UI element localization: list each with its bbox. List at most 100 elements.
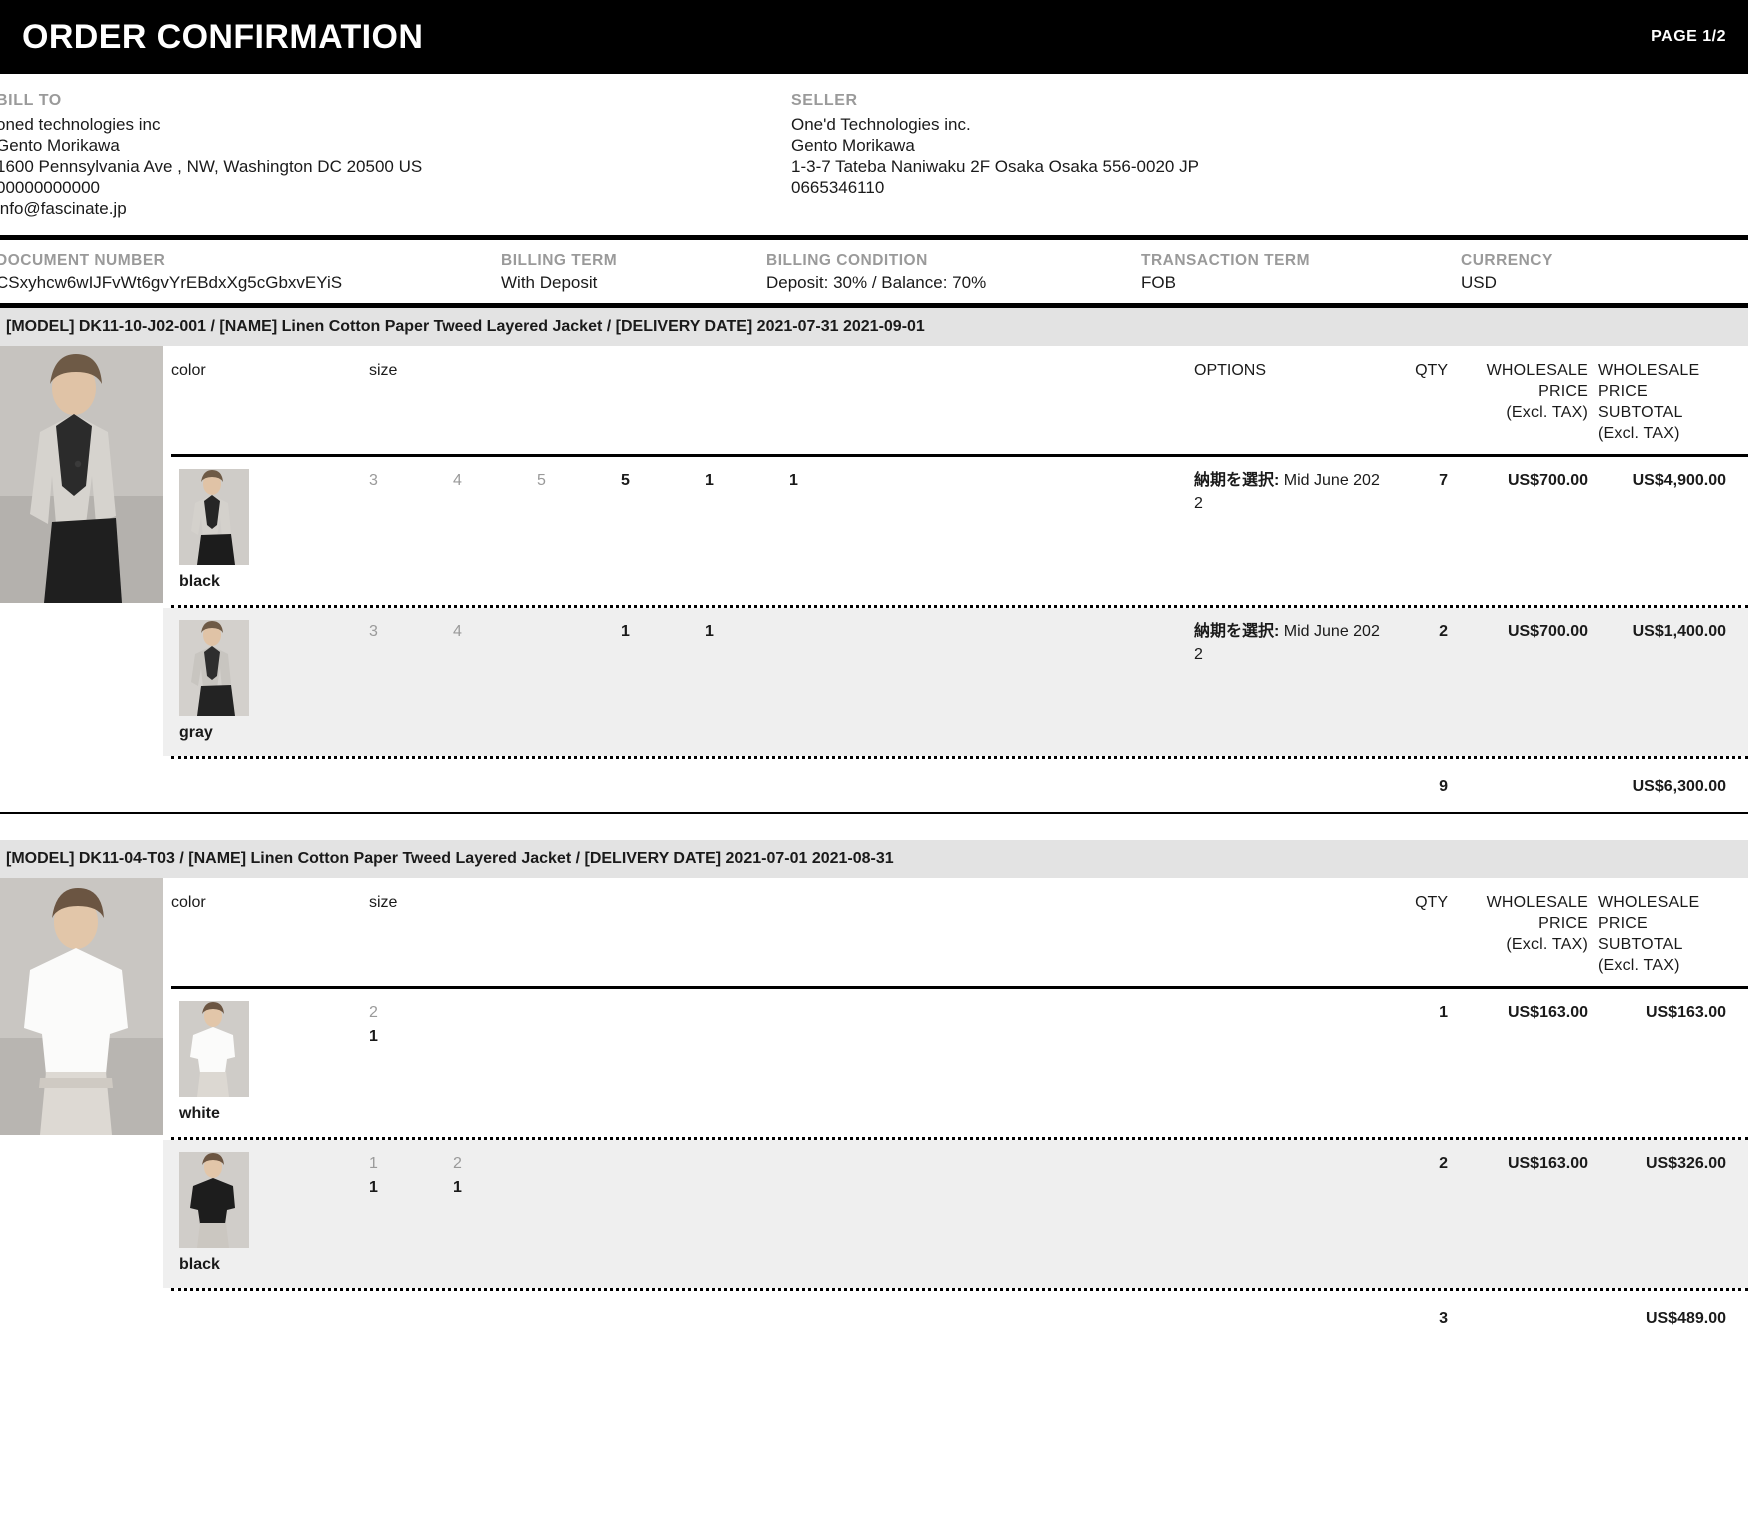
row-price-cell: US$700.00	[1507, 472, 1588, 489]
row-options-cell: 納期を選択: Mid June 2022	[1194, 469, 1386, 515]
subtotal-header-line: WHOLESALE	[1598, 362, 1700, 379]
row-subtotal-cell: US$1,400.00	[1632, 623, 1726, 640]
row-qty-cell: 7	[1439, 472, 1448, 489]
size-entry: 4	[453, 469, 537, 493]
meta-value: CSxyhcw6wIJFvWt6gvYrEBdxXg5cGbxvEYiS	[0, 273, 343, 292]
size-entry: 2	[369, 1001, 453, 1025]
product-section: color size QTY WHOLESALE PRICE (Excl. TA…	[0, 878, 1748, 1344]
size-qty: 1	[369, 1028, 378, 1045]
size-qty: 1	[789, 472, 798, 489]
page-number: PAGE 1/2	[1651, 28, 1726, 45]
column-header-size: size	[369, 362, 398, 379]
variant-thumb-black	[179, 469, 249, 565]
size-qty: 5	[621, 472, 630, 489]
meta-value: With Deposit	[501, 273, 598, 292]
variant-thumb-white	[179, 1001, 249, 1097]
price-header-line: PRICE	[1538, 915, 1588, 932]
size-qty: 1	[453, 1179, 462, 1196]
seller-line: 0665346110	[791, 178, 885, 197]
row-subtotal-cell: US$326.00	[1645, 1155, 1726, 1172]
subtotal-header-line: PRICE	[1598, 915, 1648, 932]
row-color-cell: black	[163, 1152, 355, 1274]
bill-to-line: info@fascinate.jp	[0, 199, 127, 218]
meta-label: CURRENCY	[1461, 252, 1553, 269]
size-qty: 1	[369, 1179, 378, 1196]
meta-label: DOCUMENT NUMBER	[0, 252, 166, 269]
option-key: 納期を選択:	[1194, 623, 1280, 640]
size-label: 3	[369, 472, 378, 489]
bill-to-line: Gento Morikawa	[0, 136, 120, 155]
subtotal-header-line: WHOLESALE	[1598, 894, 1700, 911]
size-label: 1	[369, 1155, 378, 1172]
seller-block: SELLER One'd Technologies inc. Gento Mor…	[791, 92, 1586, 219]
price-header-line: PRICE	[1538, 383, 1588, 400]
size-entry: 1	[621, 620, 705, 644]
row-color-cell: white	[163, 1001, 355, 1123]
table-row: black 1 2 1 1 2 US$163.00 US$326.00	[163, 1140, 1748, 1288]
meta-transaction-term: TRANSACTION TERM FOB	[1141, 252, 1461, 293]
size-label: 3	[369, 623, 378, 640]
row-size-cell: 2 1	[355, 1001, 1194, 1049]
row-subtotal-cell: US$4,900.00	[1632, 472, 1726, 489]
model-photo-jacket-black	[0, 346, 163, 603]
product-hero-image	[0, 346, 163, 603]
meta-currency: CURRENCY USD	[1461, 252, 1744, 293]
size-label: 2	[453, 1155, 462, 1172]
table-header-row: color size QTY WHOLESALE PRICE (Excl. TA…	[163, 878, 1748, 986]
row-size-cell: 3 4 1 1	[355, 620, 1194, 644]
row-qty-cell: 1	[1439, 1004, 1448, 1021]
price-header-line: (Excl. TAX)	[1506, 404, 1588, 421]
product-total-amount: US$489.00	[1645, 1310, 1726, 1327]
size-entry: 5	[537, 469, 621, 493]
table-row: gray 3 4 1 1 納期を選択: Mid June 2022 2 US$7…	[163, 608, 1748, 756]
bill-to-line: 00000000000	[0, 178, 101, 197]
order-confirmation-page: ORDER CONFIRMATION PAGE 1/2 BILL TO oned…	[0, 0, 1748, 1526]
size-label: 5	[537, 472, 546, 489]
price-header-line: (Excl. TAX)	[1506, 936, 1588, 953]
variant-color-name: black	[179, 573, 220, 590]
bill-to-line: oned technologies inc	[0, 115, 161, 134]
size-entry: 5	[621, 469, 705, 493]
meta-value: Deposit: 30% / Balance: 70%	[766, 273, 987, 292]
size-entry: 1	[369, 1025, 453, 1049]
row-price-cell: US$163.00	[1507, 1155, 1588, 1172]
size-entry: 1	[453, 1176, 537, 1200]
subtotal-header-line: (Excl. TAX)	[1598, 425, 1680, 442]
size-grid: 3 4 1 1	[369, 620, 1194, 644]
variant-thumb-gray	[179, 620, 249, 716]
subtotal-header-line: SUBTOTAL	[1598, 404, 1683, 421]
table-row: white 2 1 1 US$163.00 US$163.00	[163, 989, 1748, 1137]
table-row: black 3 4 5 5 1 1 納期を選択: Mid June 2022 7…	[163, 457, 1748, 605]
size-qty: 1	[705, 623, 714, 640]
product-total-qty: 3	[1439, 1310, 1448, 1327]
column-header-wholesale-subtotal: WHOLESALE PRICE SUBTOTAL (Excl. TAX)	[1588, 360, 1748, 444]
size-grid: 2 1	[369, 1001, 1194, 1049]
column-header-color: color	[171, 362, 206, 379]
bill-to-line: 1600 Pennsylvania Ave , NW, Washington D…	[0, 157, 423, 176]
size-entry: 3	[369, 620, 453, 644]
meta-label: BILLING CONDITION	[766, 252, 928, 269]
seller-line: 1-3-7 Tateba Naniwaku 2F Osaka Osaka 556…	[791, 157, 1199, 176]
size-grid: 1 2 1 1	[369, 1152, 1194, 1200]
product-total-qty: 9	[1439, 778, 1448, 795]
row-price-cell: US$163.00	[1507, 1004, 1588, 1021]
product-total-row: 9 US$6,300.00	[163, 759, 1748, 812]
size-label: 4	[453, 472, 462, 489]
product-total-row: 3 US$489.00	[163, 1291, 1748, 1344]
column-header-wholesale-price: WHOLESALE PRICE (Excl. TAX)	[1448, 360, 1588, 423]
size-qty: 1	[705, 472, 714, 489]
meta-document-number: DOCUMENT NUMBER CSxyhcw6wIJFvWt6gvYrEBdx…	[0, 252, 501, 293]
row-qty-cell: 2	[1439, 1155, 1448, 1172]
product-hero-image	[0, 878, 163, 1135]
meta-label: BILLING TERM	[501, 252, 618, 269]
seller-line: One'd Technologies inc.	[791, 115, 971, 134]
size-entry: 4	[453, 620, 537, 644]
product-band: [MODEL] DK11-10-J02-001 / [NAME] Linen C…	[0, 308, 1748, 346]
size-entry: 1	[705, 620, 789, 644]
size-entry: 2	[453, 1152, 537, 1176]
column-header-wholesale-price: WHOLESALE PRICE (Excl. TAX)	[1448, 892, 1588, 955]
option-key: 納期を選択:	[1194, 472, 1280, 489]
bill-to-label: BILL TO	[0, 92, 62, 109]
meta-billing-term: BILLING TERM With Deposit	[501, 252, 766, 293]
